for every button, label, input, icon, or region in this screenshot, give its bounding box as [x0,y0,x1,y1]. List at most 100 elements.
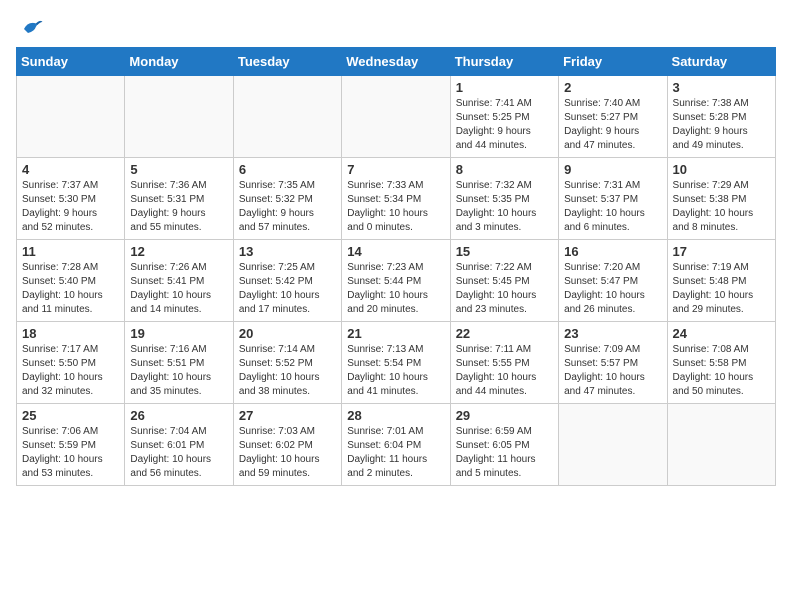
day-cell: 17 Sunrise: 7:19 AM Sunset: 5:48 PM Dayli… [667,240,775,322]
header-saturday: Saturday [667,48,775,76]
day-info: Sunrise: 7:19 AM Sunset: 5:48 PM Dayligh… [673,261,770,317]
day-cell: 6 Sunrise: 7:35 AM Sunset: 5:32 PM Daylig… [233,158,341,240]
day-info: Sunrise: 7:28 AM Sunset: 5:40 PM Dayligh… [22,261,119,317]
day-number: 10 [673,162,770,177]
day-number: 11 [22,244,119,259]
day-cell: 12 Sunrise: 7:26 AM Sunset: 5:41 PM Dayli… [125,240,233,322]
day-info: Sunrise: 7:32 AM Sunset: 5:35 PM Dayligh… [456,179,553,235]
day-number: 7 [347,162,444,177]
header-sunday: Sunday [17,48,125,76]
day-cell: 11 Sunrise: 7:28 AM Sunset: 5:40 PM Dayli… [17,240,125,322]
header-tuesday: Tuesday [233,48,341,76]
calendar-header-row: SundayMondayTuesdayWednesdayThursdayFrid… [17,48,776,76]
day-cell [559,404,667,486]
day-cell: 26 Sunrise: 7:04 AM Sunset: 6:01 PM Dayli… [125,404,233,486]
day-info: Sunrise: 7:25 AM Sunset: 5:42 PM Dayligh… [239,261,336,317]
day-cell [667,404,775,486]
day-info: Sunrise: 7:06 AM Sunset: 5:59 PM Dayligh… [22,425,119,481]
day-cell: 22 Sunrise: 7:11 AM Sunset: 5:55 PM Dayli… [450,322,558,404]
header-thursday: Thursday [450,48,558,76]
day-number: 18 [22,326,119,341]
day-info: Sunrise: 7:01 AM Sunset: 6:04 PM Dayligh… [347,425,444,481]
day-info: Sunrise: 7:04 AM Sunset: 6:01 PM Dayligh… [130,425,227,481]
day-cell [342,76,450,158]
day-info: Sunrise: 7:09 AM Sunset: 5:57 PM Dayligh… [564,343,661,399]
day-number: 6 [239,162,336,177]
day-info: Sunrise: 7:23 AM Sunset: 5:44 PM Dayligh… [347,261,444,317]
day-cell: 29Sunrise: 6:59 AM Sunset: 6:05 PM Dayli… [450,404,558,486]
day-cell [233,76,341,158]
day-number: 12 [130,244,227,259]
week-row-3: 18 Sunrise: 7:17 AM Sunset: 5:50 PM Dayli… [17,322,776,404]
day-number: 2 [564,80,661,95]
day-number: 8 [456,162,553,177]
day-number: 1 [456,80,553,95]
day-cell [17,76,125,158]
day-number: 4 [22,162,119,177]
day-cell: 10Sunrise: 7:29 AM Sunset: 5:38 PM Dayli… [667,158,775,240]
day-info: Sunrise: 7:20 AM Sunset: 5:47 PM Dayligh… [564,261,661,317]
day-number: 9 [564,162,661,177]
day-info: Sunrise: 7:36 AM Sunset: 5:31 PM Dayligh… [130,179,227,235]
day-cell: 8 Sunrise: 7:32 AM Sunset: 5:35 PM Daylig… [450,158,558,240]
day-number: 22 [456,326,553,341]
page-header [16,16,776,37]
day-number: 23 [564,326,661,341]
header-friday: Friday [559,48,667,76]
calendar-table: SundayMondayTuesdayWednesdayThursdayFrid… [16,47,776,486]
day-cell: 14 Sunrise: 7:23 AM Sunset: 5:44 PM Dayli… [342,240,450,322]
week-row-4: 25 Sunrise: 7:06 AM Sunset: 5:59 PM Dayli… [17,404,776,486]
day-info: Sunrise: 7:16 AM Sunset: 5:51 PM Dayligh… [130,343,227,399]
day-cell: 23 Sunrise: 7:09 AM Sunset: 5:57 PM Dayli… [559,322,667,404]
day-cell: 25 Sunrise: 7:06 AM Sunset: 5:59 PM Dayli… [17,404,125,486]
day-info: Sunrise: 7:40 AM Sunset: 5:27 PM Dayligh… [564,97,661,153]
day-number: 21 [347,326,444,341]
day-number: 5 [130,162,227,177]
day-info: Sunrise: 7:03 AM Sunset: 6:02 PM Dayligh… [239,425,336,481]
day-cell: 21 Sunrise: 7:13 AM Sunset: 5:54 PM Dayli… [342,322,450,404]
day-info: Sunrise: 7:37 AM Sunset: 5:30 PM Dayligh… [22,179,119,235]
day-number: 3 [673,80,770,95]
day-number: 20 [239,326,336,341]
day-info: Sunrise: 7:33 AM Sunset: 5:34 PM Dayligh… [347,179,444,235]
day-info: Sunrise: 7:41 AM Sunset: 5:25 PM Dayligh… [456,97,553,153]
day-cell: 28Sunrise: 7:01 AM Sunset: 6:04 PM Dayli… [342,404,450,486]
day-cell: 13Sunrise: 7:25 AM Sunset: 5:42 PM Dayli… [233,240,341,322]
day-info: Sunrise: 7:11 AM Sunset: 5:55 PM Dayligh… [456,343,553,399]
week-row-2: 11 Sunrise: 7:28 AM Sunset: 5:40 PM Dayli… [17,240,776,322]
day-cell: 5 Sunrise: 7:36 AM Sunset: 5:31 PM Daylig… [125,158,233,240]
day-number: 14 [347,244,444,259]
day-cell [125,76,233,158]
day-info: Sunrise: 7:14 AM Sunset: 5:52 PM Dayligh… [239,343,336,399]
day-number: 16 [564,244,661,259]
day-cell: 9 Sunrise: 7:31 AM Sunset: 5:37 PM Daylig… [559,158,667,240]
day-cell: 24Sunrise: 7:08 AM Sunset: 5:58 PM Dayli… [667,322,775,404]
day-info: Sunrise: 7:35 AM Sunset: 5:32 PM Dayligh… [239,179,336,235]
day-cell: 27 Sunrise: 7:03 AM Sunset: 6:02 PM Dayli… [233,404,341,486]
day-number: 17 [673,244,770,259]
day-number: 29 [456,408,553,423]
day-cell: 1 Sunrise: 7:41 AM Sunset: 5:25 PM Daylig… [450,76,558,158]
day-info: Sunrise: 7:38 AM Sunset: 5:28 PM Dayligh… [673,97,770,153]
day-info: Sunrise: 7:08 AM Sunset: 5:58 PM Dayligh… [673,343,770,399]
day-cell: 7 Sunrise: 7:33 AM Sunset: 5:34 PM Daylig… [342,158,450,240]
day-number: 19 [130,326,227,341]
day-number: 26 [130,408,227,423]
day-cell: 3 Sunrise: 7:38 AM Sunset: 5:28 PM Daylig… [667,76,775,158]
day-number: 27 [239,408,336,423]
week-row-0: 1 Sunrise: 7:41 AM Sunset: 5:25 PM Daylig… [17,76,776,158]
day-number: 25 [22,408,119,423]
logo-bird-icon [20,17,44,37]
day-cell: 4 Sunrise: 7:37 AM Sunset: 5:30 PM Daylig… [17,158,125,240]
header-wednesday: Wednesday [342,48,450,76]
day-cell: 19 Sunrise: 7:16 AM Sunset: 5:51 PM Dayli… [125,322,233,404]
day-info: Sunrise: 7:26 AM Sunset: 5:41 PM Dayligh… [130,261,227,317]
week-row-1: 4 Sunrise: 7:37 AM Sunset: 5:30 PM Daylig… [17,158,776,240]
day-info: Sunrise: 7:13 AM Sunset: 5:54 PM Dayligh… [347,343,444,399]
day-number: 15 [456,244,553,259]
day-info: Sunrise: 7:31 AM Sunset: 5:37 PM Dayligh… [564,179,661,235]
day-info: Sunrise: 7:17 AM Sunset: 5:50 PM Dayligh… [22,343,119,399]
day-cell: 20 Sunrise: 7:14 AM Sunset: 5:52 PM Dayli… [233,322,341,404]
day-cell: 18 Sunrise: 7:17 AM Sunset: 5:50 PM Dayli… [17,322,125,404]
day-cell: 2 Sunrise: 7:40 AM Sunset: 5:27 PM Daylig… [559,76,667,158]
